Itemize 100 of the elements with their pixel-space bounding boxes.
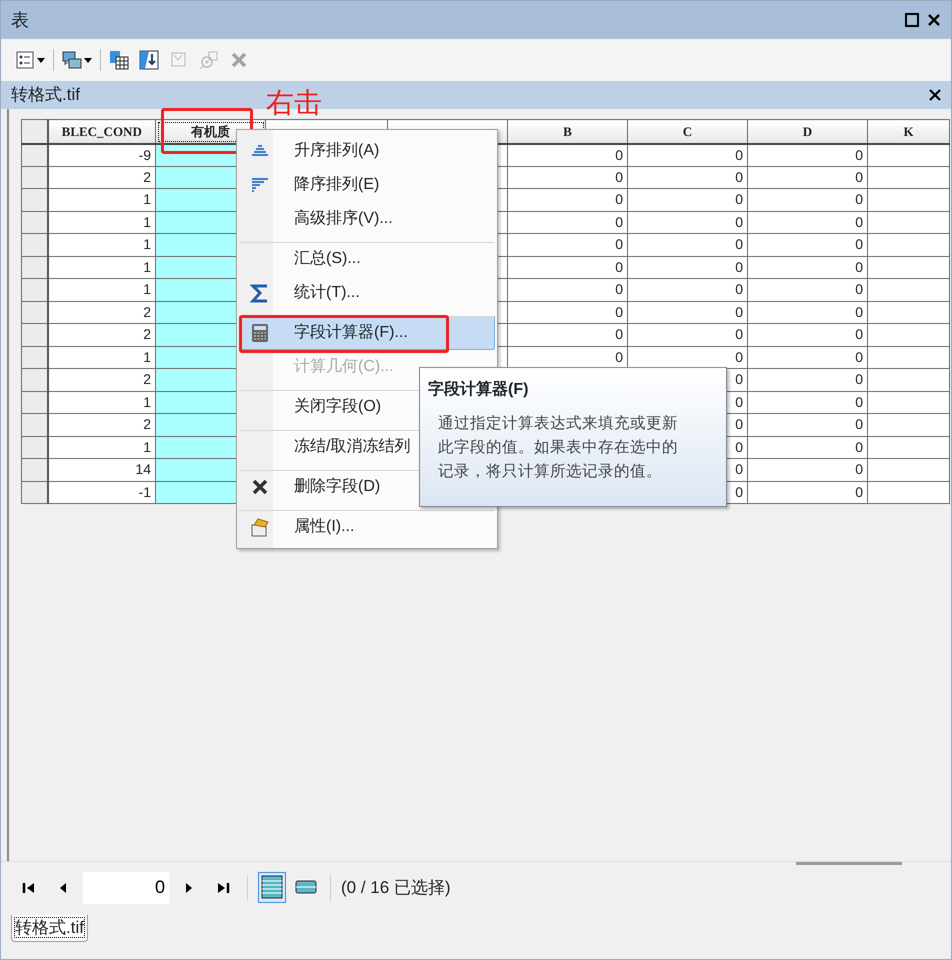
table-cell: 0	[748, 458, 868, 481]
menu-item[interactable]: 统计(T)...	[239, 276, 495, 310]
table-cell: 0	[628, 144, 748, 166]
menu-item[interactable]: 属性(I)...	[239, 510, 495, 544]
column-header[interactable]: B	[508, 120, 628, 144]
row-selector[interactable]	[22, 368, 48, 391]
row-selector[interactable]	[22, 166, 48, 188]
table-cell: 1	[48, 346, 156, 368]
table-cell: 1	[48, 234, 156, 256]
table-cell: 2	[48, 368, 156, 391]
close-icon[interactable]	[929, 89, 941, 101]
table-cell: 1	[48, 256, 156, 278]
sort-descending-icon	[250, 175, 270, 195]
table-cell: 0	[748, 166, 868, 188]
row-selector[interactable]	[22, 278, 48, 301]
table-cell: 0	[628, 188, 748, 211]
row-selector[interactable]	[22, 211, 48, 234]
all-records-icon	[261, 875, 283, 900]
table-cell: 0	[508, 188, 628, 211]
row-selector[interactable]	[22, 234, 48, 256]
table-cell: 1	[48, 278, 156, 301]
menu-item[interactable]: 高级排序(V)...	[239, 202, 495, 236]
row-selector[interactable]	[22, 391, 48, 414]
menu-item[interactable]: 字段计算器(F)...	[239, 316, 495, 350]
sigma-icon	[250, 283, 270, 303]
column-header[interactable]: BLEC_COND	[48, 120, 156, 144]
close-icon[interactable]	[927, 13, 941, 27]
table-cell: 0	[508, 166, 628, 188]
table-cell: 1	[48, 391, 156, 414]
caret-icon	[37, 58, 45, 62]
selected-records-icon	[295, 880, 317, 894]
selection-status: (0 / 16 已选择)	[341, 876, 451, 899]
row-header-corner	[22, 120, 48, 144]
column-header[interactable]: D	[748, 120, 868, 144]
column-header[interactable]: C	[628, 120, 748, 144]
table-cell: 0	[628, 324, 748, 346]
table-cell: 0	[748, 301, 868, 324]
table-options-icon	[15, 50, 35, 70]
table-cell: 2	[48, 301, 156, 324]
restore-icon[interactable]	[905, 13, 919, 27]
caret-icon	[84, 58, 92, 62]
table-cell: 0	[748, 324, 868, 346]
table-cell: 0	[628, 234, 748, 256]
table-cell: -1	[48, 481, 156, 504]
table-cell: 0	[508, 211, 628, 234]
column-header[interactable]: K	[868, 120, 950, 144]
menu-item[interactable]: 降序排列(E)	[239, 168, 495, 202]
row-selector[interactable]	[22, 436, 48, 458]
table-cell: 0	[628, 301, 748, 324]
menu-item[interactable]: 汇总(S)...	[239, 242, 495, 276]
row-selector[interactable]	[22, 324, 48, 346]
table-cell: 0	[508, 301, 628, 324]
switch-selection-button[interactable]	[137, 48, 161, 72]
table-cell: 0	[628, 256, 748, 278]
delete-icon	[229, 50, 249, 70]
first-record-icon	[22, 882, 36, 894]
zoom-icon	[199, 50, 219, 70]
table-cell: 1	[48, 436, 156, 458]
table-title: 转格式.tif	[11, 84, 80, 106]
table-select-button[interactable]	[107, 48, 131, 72]
row-selector[interactable]	[22, 301, 48, 324]
properties-icon	[250, 517, 270, 537]
table-cell: 0	[748, 414, 868, 436]
table-tab[interactable]: 转格式.tif	[11, 915, 88, 942]
tables-icon	[62, 50, 82, 70]
table-cell: 0	[748, 188, 868, 211]
table-cell: 1	[48, 188, 156, 211]
table-cell: 2	[48, 166, 156, 188]
row-selector[interactable]	[22, 458, 48, 481]
row-selector[interactable]	[22, 256, 48, 278]
calculator-icon	[250, 323, 270, 343]
annotation-label: 右击	[266, 89, 322, 117]
table-cell: 2	[48, 414, 156, 436]
table-cell: 0	[748, 256, 868, 278]
table-cell: 0	[508, 144, 628, 166]
row-selector[interactable]	[22, 414, 48, 436]
table-cell: 0	[628, 211, 748, 234]
table-cell: 0	[508, 278, 628, 301]
table-cell: 0	[748, 368, 868, 391]
window-title: 表	[11, 8, 29, 32]
table-cell: 0	[748, 234, 868, 256]
row-selector[interactable]	[22, 481, 48, 504]
table-select-icon	[109, 50, 129, 70]
table-cell: 0	[628, 278, 748, 301]
table-cell: 1	[48, 211, 156, 234]
row-selector[interactable]	[22, 144, 48, 166]
table-cell: 0	[748, 278, 868, 301]
table-cell: 0	[748, 481, 868, 504]
switch-selection-icon	[139, 50, 159, 70]
table-cell: 0	[748, 211, 868, 234]
record-field[interactable]: 0	[83, 872, 169, 904]
delete-icon	[250, 477, 270, 497]
table-cell: 0	[508, 234, 628, 256]
table-cell: 0	[748, 144, 868, 166]
row-selector[interactable]	[22, 188, 48, 211]
row-selector[interactable]	[22, 346, 48, 368]
table-cell: 0	[508, 324, 628, 346]
table-cell: 0	[748, 346, 868, 368]
table-cell: 2	[48, 324, 156, 346]
all-records-button[interactable]	[258, 872, 286, 903]
